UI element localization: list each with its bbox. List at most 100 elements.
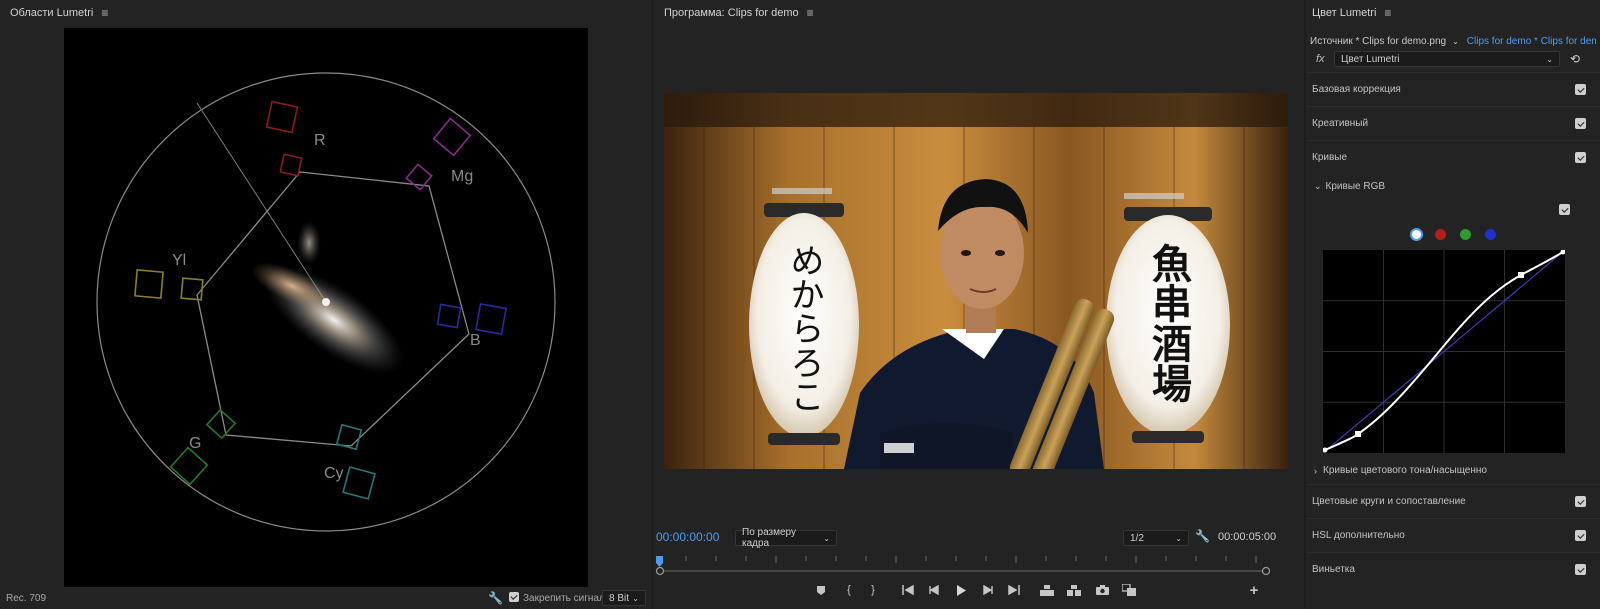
channel-luma-button[interactable] xyxy=(1410,228,1423,241)
channel-red-button[interactable] xyxy=(1435,229,1446,240)
target-g xyxy=(169,408,237,486)
label-b: B xyxy=(470,332,481,349)
curve-point[interactable] xyxy=(1355,431,1361,437)
chevron-down-icon: ⌄ xyxy=(823,533,830,543)
reset-icon[interactable]: ⟲ xyxy=(1570,52,1580,66)
mark-out-button[interactable]: } xyxy=(865,582,881,598)
export-frame-button[interactable] xyxy=(1094,582,1110,598)
section-enable-checkbox[interactable] xyxy=(1575,496,1586,507)
source-row: Источник * Clips for demo.png ⌄ Clips fo… xyxy=(1310,34,1596,48)
fx-icon[interactable]: fx xyxy=(1310,53,1330,65)
out-point-handle[interactable] xyxy=(1261,566,1271,576)
section-enable-checkbox[interactable] xyxy=(1575,152,1586,163)
panel-title: Области Lumetri xyxy=(10,7,94,19)
rgb-curves-label: Кривые RGB xyxy=(1325,181,1386,192)
go-to-in-icon xyxy=(902,585,914,595)
comparison-icon xyxy=(1122,584,1136,596)
label-mg: Mg xyxy=(451,168,473,185)
current-timecode[interactable]: 00:00:00:00 xyxy=(656,530,719,544)
section-enable-checkbox[interactable] xyxy=(1575,530,1586,541)
wrench-icon[interactable]: 🔧 xyxy=(1195,529,1210,543)
video-frame[interactable]: めからろこ 魚串酒場 xyxy=(664,93,1288,469)
color-standard: Rec. 709 xyxy=(6,592,47,604)
panel-menu-icon[interactable]: ≡ xyxy=(1384,6,1391,20)
hue-sat-label: Кривые цветового тона/насыщенно xyxy=(1323,465,1487,476)
curve-point[interactable] xyxy=(1518,272,1524,278)
channel-blue-button[interactable] xyxy=(1485,229,1496,240)
resolution-dropdown[interactable]: 1/2 ⌄ xyxy=(1123,530,1189,546)
bit-depth-value: 8 Bit xyxy=(609,592,630,604)
chevron-down-icon[interactable]: ⌄ xyxy=(1452,37,1459,46)
extract-icon xyxy=(1067,584,1081,596)
sequence-clip-label[interactable]: Clips for demo * Clips for demo.p... xyxy=(1467,36,1596,47)
lantern-left-text: めからろこ xyxy=(784,243,824,413)
rgb-curve-graph[interactable] xyxy=(1322,249,1566,454)
signal-trace xyxy=(251,221,404,374)
panel-menu-icon[interactable]: ≡ xyxy=(807,6,814,20)
effect-row: fx Цвет Lumetri ⌄ ⟲ xyxy=(1310,50,1596,68)
section-color-wheels[interactable]: Цветовые круги и сопоставление xyxy=(1306,484,1600,518)
hue-sat-curves-header[interactable]: › Кривые цветового тона/насыщенно xyxy=(1314,465,1487,476)
source-clip-label[interactable]: Источник * Clips for demo.png xyxy=(1310,36,1446,47)
section-label: Базовая коррекция xyxy=(1312,84,1401,95)
marker-icon xyxy=(817,585,825,595)
effect-dropdown[interactable]: Цвет Lumetri ⌄ xyxy=(1334,51,1560,67)
panel-menu-icon[interactable]: ≡ xyxy=(101,6,108,20)
target-b xyxy=(436,303,507,335)
target-yl xyxy=(134,269,204,301)
lumetri-scopes-panel: Области Lumetri ≡ R Mg Yl B G Cy Rec. 70… xyxy=(0,0,651,609)
label-yl: Yl xyxy=(172,252,186,269)
section-enable-checkbox[interactable] xyxy=(1575,564,1586,575)
panel-title: Цвет Lumetri xyxy=(1312,7,1377,19)
step-back-button[interactable] xyxy=(926,582,942,598)
resolution-value: 1/2 xyxy=(1130,532,1144,544)
vectorscope-display: R Mg Yl B G Cy xyxy=(64,28,588,587)
channel-green-button[interactable] xyxy=(1460,229,1471,240)
transport-controls: { } + xyxy=(654,582,1304,602)
step-forward-icon xyxy=(983,585,993,595)
chevron-down-icon: ⌄ xyxy=(632,593,639,603)
panel-header: Цвет Lumetri ≡ xyxy=(1306,0,1600,26)
lift-button[interactable] xyxy=(1039,582,1055,598)
play-icon xyxy=(957,584,966,596)
go-to-in-button[interactable] xyxy=(900,582,916,598)
mark-in-button[interactable]: { xyxy=(841,582,857,598)
section-enable-checkbox[interactable] xyxy=(1575,118,1586,129)
panel-title: Программа: Clips for demo xyxy=(664,7,799,19)
play-button[interactable] xyxy=(953,582,969,598)
section-vignette[interactable]: Виньетка xyxy=(1306,552,1600,586)
time-ruler[interactable] xyxy=(655,554,1271,576)
target-r xyxy=(265,100,303,177)
fit-value: По размеру кадра xyxy=(742,527,797,549)
lumetri-color-panel: Цвет Lumetri ≡ Источник * Clips for demo… xyxy=(1306,0,1600,609)
step-forward-button[interactable] xyxy=(980,582,996,598)
section-curves[interactable]: Кривые xyxy=(1306,140,1600,174)
bit-depth-dropdown[interactable]: 8 Bit ⌄ xyxy=(602,590,646,606)
section-enable-checkbox[interactable] xyxy=(1575,84,1586,95)
effect-name: Цвет Lumetri xyxy=(1341,53,1400,65)
comparison-view-button[interactable] xyxy=(1121,582,1137,598)
channel-selectors xyxy=(1410,228,1506,242)
rgb-curves-checkbox[interactable] xyxy=(1559,204,1570,215)
extract-button[interactable] xyxy=(1066,582,1082,598)
playhead-marker[interactable] xyxy=(656,556,663,567)
section-label: Виньетка xyxy=(1312,564,1355,575)
panel-header: Программа: Clips for demo ≡ xyxy=(654,0,1304,26)
go-to-out-button[interactable] xyxy=(1006,582,1022,598)
label-g: G xyxy=(189,435,201,452)
section-basic[interactable]: Базовая коррекция xyxy=(1306,72,1600,106)
wrench-icon[interactable]: 🔧 xyxy=(488,591,503,605)
section-label: Цветовые круги и сопоставление xyxy=(1312,496,1466,507)
rgb-curves-header[interactable]: ⌄ Кривые RGB xyxy=(1314,181,1385,192)
in-point-handle[interactable] xyxy=(655,566,665,576)
section-label: Кривые xyxy=(1312,152,1348,163)
chevron-down-icon: ⌄ xyxy=(1314,181,1322,191)
section-creative[interactable]: Креативный xyxy=(1306,106,1600,140)
section-hsl[interactable]: HSL дополнительно xyxy=(1306,518,1600,552)
add-marker-button[interactable] xyxy=(813,582,829,598)
section-label: HSL дополнительно xyxy=(1312,530,1405,541)
fit-dropdown[interactable]: По размеру кадра ⌄ xyxy=(735,527,837,549)
add-button[interactable]: + xyxy=(1246,582,1262,599)
step-back-icon xyxy=(929,585,939,595)
clamp-signal-checkbox[interactable] xyxy=(509,592,519,602)
